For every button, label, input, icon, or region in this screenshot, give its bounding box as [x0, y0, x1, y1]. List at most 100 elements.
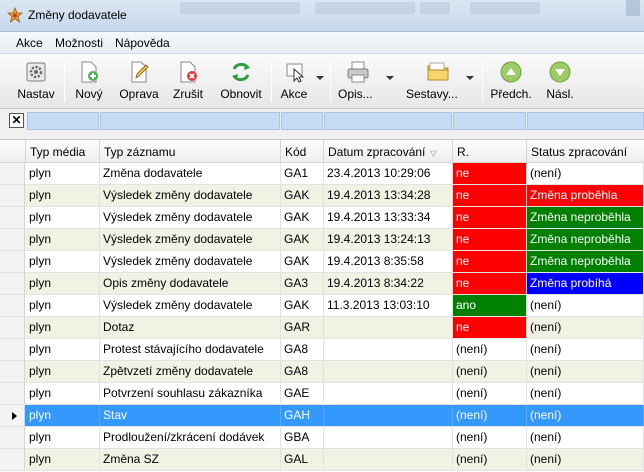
cell-r[interactable]: ano [453, 295, 527, 316]
cell-typ-media[interactable]: plyn [26, 383, 100, 404]
sestavy-button[interactable]: Sestavy... [402, 56, 478, 106]
cell-typ-media[interactable]: plyn [26, 185, 100, 206]
cell-typ-media[interactable]: plyn [26, 405, 100, 426]
cell-kod[interactable]: GBA [281, 427, 324, 448]
cell-typ-media[interactable]: plyn [26, 339, 100, 360]
cell-typ-media[interactable]: plyn [26, 251, 100, 272]
cell-status[interactable]: (není) [527, 427, 644, 448]
cell-r[interactable]: ne [453, 229, 527, 250]
table-row[interactable]: plyn Potvrzení souhlasu zákazníka GAE (není… [0, 383, 644, 405]
cell-r[interactable]: (není) [453, 427, 527, 448]
akce-button[interactable]: Akce [274, 56, 326, 106]
cell-status[interactable]: Změna probíhá [527, 273, 644, 294]
cell-typ-zaznamu[interactable]: Výsledek změny dodavatele [100, 251, 281, 272]
cell-typ-media[interactable]: plyn [26, 229, 100, 250]
opis-button[interactable]: Opis... [334, 56, 394, 106]
cell-status[interactable]: Změna neproběhla [527, 207, 644, 228]
table-row[interactable]: plyn Dotaz GAR ne (není) [0, 317, 644, 339]
menu-napoveda[interactable]: Nápověda [115, 36, 170, 50]
cell-datum[interactable]: 23.4.2013 10:29:06 [324, 163, 453, 184]
cell-r[interactable]: (není) [453, 405, 527, 426]
cell-datum[interactable]: 19.4.2013 13:33:34 [324, 207, 453, 228]
row-header-cell[interactable] [0, 273, 25, 294]
row-header-cell[interactable] [0, 405, 25, 426]
cell-typ-zaznamu[interactable]: Stav [100, 405, 281, 426]
cell-r[interactable]: ne [453, 251, 527, 272]
cell-typ-media[interactable]: plyn [26, 295, 100, 316]
cell-r[interactable]: ne [453, 207, 527, 228]
filter-input-datum[interactable] [324, 112, 452, 130]
cell-typ-zaznamu[interactable]: Výsledek změny dodavatele [100, 207, 281, 228]
cell-datum[interactable] [324, 449, 453, 470]
cell-datum[interactable] [324, 339, 453, 360]
table-row[interactable]: plyn Protest stávajícího dodavatele GA8 (ne… [0, 339, 644, 361]
column-header-typ-media[interactable]: Typ média [26, 140, 100, 162]
column-header-r[interactable]: R. [453, 140, 527, 162]
row-header-cell[interactable] [0, 383, 25, 404]
cell-kod[interactable]: GAL [281, 449, 324, 470]
cell-r[interactable]: (není) [453, 361, 527, 382]
cell-datum[interactable] [324, 317, 453, 338]
cell-status[interactable]: (není) [527, 361, 644, 382]
chevron-down-icon[interactable] [466, 76, 474, 80]
table-row[interactable]: plyn Změna SZ GAL (není) (není) [0, 449, 644, 471]
cell-status[interactable]: (není) [527, 295, 644, 316]
cell-kod[interactable]: GAK [281, 295, 324, 316]
cell-r[interactable]: ne [453, 185, 527, 206]
cell-typ-zaznamu[interactable]: Výsledek změny dodavatele [100, 295, 281, 316]
cell-typ-zaznamu[interactable]: Protest stávajícího dodavatele [100, 339, 281, 360]
row-header-cell[interactable] [0, 207, 25, 228]
cell-datum[interactable]: 19.4.2013 8:34:22 [324, 273, 453, 294]
cell-typ-zaznamu[interactable]: Zpětvzetí změny dodavatele [100, 361, 281, 382]
cell-status[interactable]: Změna neproběhla [527, 251, 644, 272]
menu-akce[interactable]: Akce [16, 36, 43, 50]
row-header-cell[interactable] [0, 185, 25, 206]
table-row[interactable]: plyn Výsledek změny dodavatele GAK 19.4.201… [0, 229, 644, 251]
row-header-cell[interactable] [0, 295, 25, 316]
column-header-kod[interactable]: Kód [281, 140, 324, 162]
table-row[interactable]: plyn Výsledek změny dodavatele GAK 11.3.201… [0, 295, 644, 317]
cell-typ-media[interactable]: plyn [26, 273, 100, 294]
row-header-cell[interactable] [0, 449, 25, 470]
cell-typ-zaznamu[interactable]: Výsledek změny dodavatele [100, 185, 281, 206]
row-header-cell[interactable] [0, 229, 25, 250]
filter-input-r[interactable] [453, 112, 526, 130]
clear-filter-button[interactable]: ✕ [9, 113, 24, 128]
cell-kod[interactable]: GA8 [281, 361, 324, 382]
menu-moznosti[interactable]: Možnosti [55, 36, 103, 50]
cell-kod[interactable]: GA8 [281, 339, 324, 360]
cell-typ-media[interactable]: plyn [26, 361, 100, 382]
chevron-down-icon[interactable] [316, 76, 324, 80]
cell-datum[interactable] [324, 427, 453, 448]
cell-typ-zaznamu[interactable]: Výsledek změny dodavatele [100, 229, 281, 250]
obnovit-button[interactable]: Obnovit [215, 56, 267, 106]
filter-input-typ-media[interactable] [27, 112, 99, 130]
cell-r[interactable]: ne [453, 317, 527, 338]
cell-r[interactable]: (není) [453, 449, 527, 470]
cell-datum[interactable]: 19.4.2013 13:34:28 [324, 185, 453, 206]
cell-kod[interactable]: GA3 [281, 273, 324, 294]
table-row[interactable]: plyn Výsledek změny dodavatele GAK 19.4.201… [0, 207, 644, 229]
filter-input-typ-zaznamu[interactable] [100, 112, 280, 130]
cell-status[interactable]: Změna neproběhla [527, 229, 644, 250]
cell-typ-media[interactable]: plyn [26, 427, 100, 448]
cell-typ-zaznamu[interactable]: Dotaz [100, 317, 281, 338]
cell-datum[interactable]: 19.4.2013 13:24:13 [324, 229, 453, 250]
row-header-cell[interactable] [0, 427, 25, 448]
cell-kod[interactable]: GAK [281, 207, 324, 228]
cell-status[interactable]: (není) [527, 383, 644, 404]
table-row[interactable]: plyn Zpětvzetí změny dodavatele GA8 (není)(… [0, 361, 644, 383]
row-header-cell[interactable] [0, 251, 25, 272]
table-row[interactable]: plyn Výsledek změny dodavatele GAK 19.4.201… [0, 251, 644, 273]
cell-typ-media[interactable]: plyn [26, 207, 100, 228]
table-row[interactable]: plyn Prodloužení/zkrácení dodávek GBA (není… [0, 427, 644, 449]
table-row[interactable]: plyn Výsledek změny dodavatele GAK 19.4.201… [0, 185, 644, 207]
cell-datum[interactable] [324, 383, 453, 404]
cell-typ-zaznamu[interactable]: Změna SZ [100, 449, 281, 470]
cell-r[interactable]: (není) [453, 383, 527, 404]
cell-typ-zaznamu[interactable]: Prodloužení/zkrácení dodávek [100, 427, 281, 448]
row-header-cell[interactable] [0, 163, 25, 184]
table-row[interactable]: plyn Stav GAH (není) (není) [0, 405, 644, 427]
cell-kod[interactable]: GAK [281, 251, 324, 272]
predch-button[interactable]: Předch. [487, 56, 535, 106]
